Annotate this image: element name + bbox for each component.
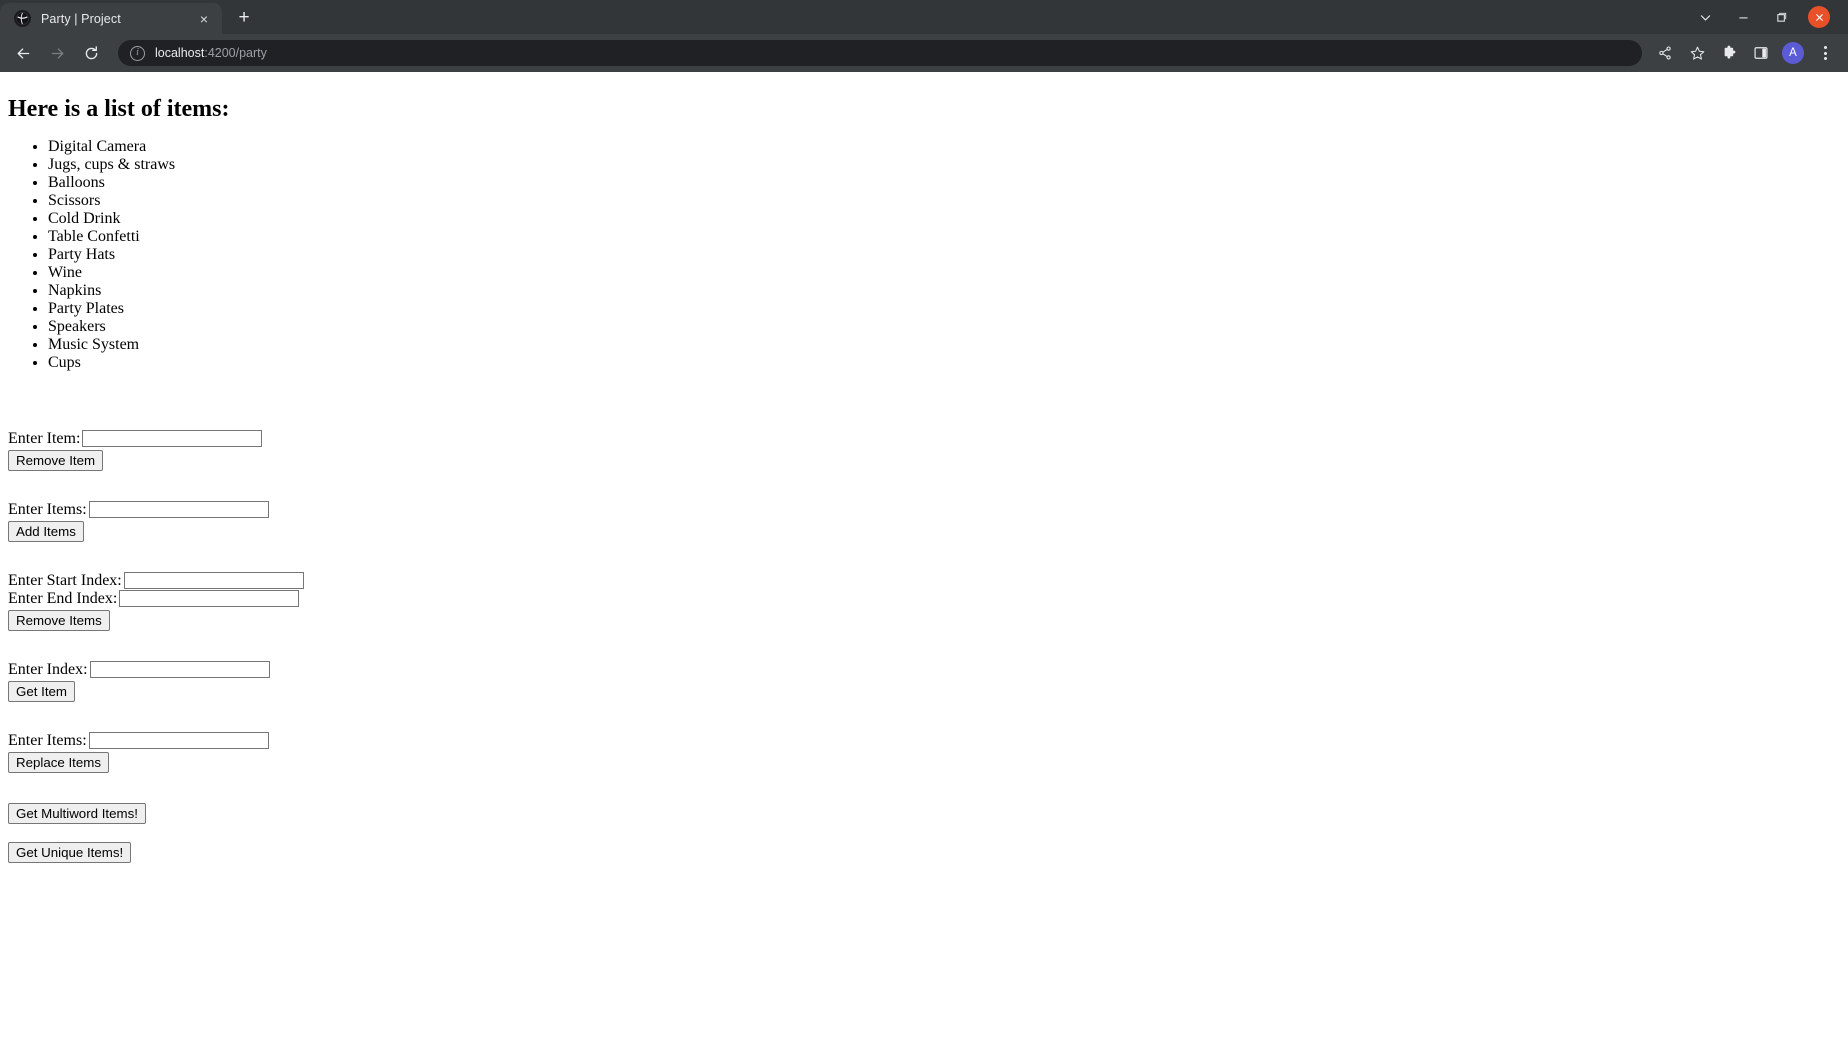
url-host: localhost xyxy=(155,46,205,60)
multiword-items-block: Get Multiword Items! xyxy=(8,803,1840,825)
replace-items-input[interactable] xyxy=(88,732,269,750)
remove-item-form: Enter Item: Remove Item xyxy=(8,430,1840,472)
layout-spacer xyxy=(8,773,1840,803)
get-unique-items-button[interactable]: Get Unique Items! xyxy=(8,842,132,864)
list-item: Scissors xyxy=(48,192,1840,210)
list-item: Wine xyxy=(48,264,1840,282)
list-item: Table Confetti xyxy=(48,228,1840,246)
get-item-index-input[interactable] xyxy=(89,661,270,679)
close-window-button[interactable] xyxy=(1800,2,1838,32)
remove-items-button[interactable]: Remove Items xyxy=(8,610,110,632)
tab-title: Party | Project xyxy=(41,11,121,26)
profile-avatar[interactable]: A xyxy=(1778,38,1808,68)
layout-spacer xyxy=(8,471,1840,501)
add-items-field-row: Enter Items: xyxy=(8,501,1840,519)
avatar-initial: A xyxy=(1782,42,1804,64)
tab-search-chevron-icon[interactable] xyxy=(1686,2,1724,32)
get-item-button-row: Get Item xyxy=(8,681,1840,703)
page-viewport: Here is a list of items: Digital Camera … xyxy=(0,72,1848,1052)
kebab-dots xyxy=(1823,46,1827,60)
address-bar[interactable]: i localhost:4200/party xyxy=(118,40,1642,66)
add-items-button-row: Add Items xyxy=(8,521,1840,543)
replace-items-field-row: Enter Items: xyxy=(8,732,1840,750)
replace-items-button[interactable]: Replace Items xyxy=(8,752,109,774)
replace-items-button-row: Replace Items xyxy=(8,752,1840,774)
share-icon[interactable] xyxy=(1650,38,1680,68)
remove-range-form: Enter Start Index: Enter End Index: Remo… xyxy=(8,572,1840,632)
list-item: Party Plates xyxy=(48,300,1840,318)
remove-item-button[interactable]: Remove Item xyxy=(8,450,104,472)
list-item: Jugs, cups & straws xyxy=(48,156,1840,174)
remove-item-button-row: Remove Item xyxy=(8,450,1840,472)
back-arrow-icon[interactable] xyxy=(8,38,38,68)
new-tab-button[interactable]: + xyxy=(230,4,258,32)
end-index-input[interactable] xyxy=(119,590,300,608)
page-title: Here is a list of items: xyxy=(8,96,230,122)
remove-item-input[interactable] xyxy=(82,430,263,448)
angular-globe-favicon xyxy=(14,10,31,27)
list-item: Balloons xyxy=(48,174,1840,192)
list-item: Cold Drink xyxy=(48,210,1840,228)
start-index-input[interactable] xyxy=(123,572,304,590)
window-controls xyxy=(1686,0,1848,34)
reload-icon[interactable] xyxy=(76,38,106,68)
list-item: Cups xyxy=(48,354,1840,372)
browser-window: Party | Project × + i localhost:4200/par… xyxy=(0,0,1848,1052)
bookmark-star-icon[interactable] xyxy=(1682,38,1712,68)
browser-tab[interactable]: Party | Project × xyxy=(0,3,222,34)
minimize-button[interactable] xyxy=(1724,2,1762,32)
list-item: Digital Camera xyxy=(48,138,1840,156)
list-item: Party Hats xyxy=(48,246,1840,264)
replace-items-label: Enter Items: xyxy=(8,732,87,750)
replace-items-form: Enter Items: Replace Items xyxy=(8,732,1840,774)
browser-toolbar: i localhost:4200/party A xyxy=(0,34,1848,72)
get-item-form: Enter Index: Get Item xyxy=(8,661,1840,703)
site-info-icon[interactable]: i xyxy=(130,45,145,61)
add-items-label: Enter Items: xyxy=(8,501,87,519)
layout-spacer xyxy=(8,702,1840,732)
maximize-button[interactable] xyxy=(1762,2,1800,32)
end-index-field-row: Enter End Index: xyxy=(8,590,1840,608)
list-item: Music System xyxy=(48,336,1840,354)
list-item: Napkins xyxy=(48,282,1840,300)
end-index-label: Enter End Index: xyxy=(8,590,118,608)
layout-spacer xyxy=(8,631,1840,661)
items-list: Digital Camera Jugs, cups & straws Ballo… xyxy=(8,138,1840,372)
close-icon xyxy=(1808,6,1830,28)
remove-item-field-row: Enter Item: xyxy=(8,430,1840,448)
add-items-input[interactable] xyxy=(88,501,269,519)
get-multiword-items-button[interactable]: Get Multiword Items! xyxy=(8,803,146,825)
layout-spacer xyxy=(8,824,1840,842)
forward-arrow-icon[interactable] xyxy=(42,38,72,68)
remove-items-button-row: Remove Items xyxy=(8,610,1840,632)
start-index-field-row: Enter Start Index: xyxy=(8,572,1840,590)
layout-spacer xyxy=(8,542,1840,572)
start-index-label: Enter Start Index: xyxy=(8,572,122,590)
extensions-puzzle-icon[interactable] xyxy=(1714,38,1744,68)
get-item-field-row: Enter Index: xyxy=(8,661,1840,679)
url-path: :4200/party xyxy=(204,46,267,60)
add-items-form: Enter Items: Add Items xyxy=(8,501,1840,543)
side-panel-icon[interactable] xyxy=(1746,38,1776,68)
url-text: localhost:4200/party xyxy=(155,46,267,60)
three-dot-menu-icon[interactable] xyxy=(1810,38,1840,68)
tab-close-icon[interactable]: × xyxy=(194,9,214,29)
page-content: Here is a list of items: Digital Camera … xyxy=(0,72,1848,871)
get-item-label: Enter Index: xyxy=(8,661,88,679)
unique-items-block: Get Unique Items! xyxy=(8,842,1840,864)
tab-strip: Party | Project × + xyxy=(0,0,1848,34)
get-item-button[interactable]: Get Item xyxy=(8,681,75,703)
list-item: Speakers xyxy=(48,318,1840,336)
add-items-button[interactable]: Add Items xyxy=(8,521,84,543)
remove-item-label: Enter Item: xyxy=(8,430,81,448)
layout-spacer xyxy=(8,388,1840,430)
